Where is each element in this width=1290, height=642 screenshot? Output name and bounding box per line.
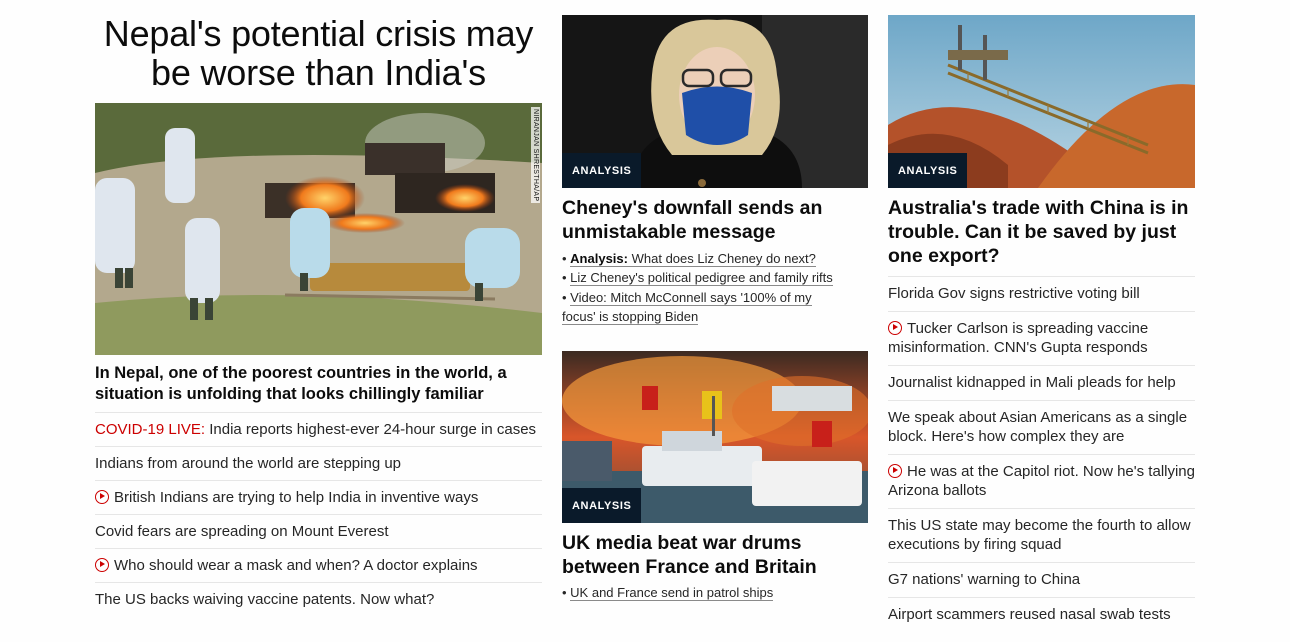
story-text: Airport scammers reused nasal swab tests (888, 606, 1171, 623)
story-link[interactable]: Airport scammers reused nasal swab tests (888, 598, 1195, 632)
story-card-uk-france: ANALYSIS UK media beat war drums between… (562, 350, 868, 602)
related-stories-list: COVID-19 LIVE: India reports highest-eve… (95, 413, 542, 616)
story-text: Covid fears are spreading on Mount Evere… (95, 523, 389, 540)
uk-france-related-links: • UK and France send in patrol ships (562, 583, 868, 602)
analysis-badge: ANALYSIS (562, 487, 642, 523)
uk-france-headline[interactable]: UK media beat war drums between France a… (562, 531, 868, 579)
story-link[interactable]: Journalist kidnapped in Mali pleads for … (888, 366, 1195, 401)
story-link[interactable]: This US state may become the fourth to a… (888, 509, 1195, 563)
bullet-text: focus' is stopping Biden (562, 309, 699, 326)
play-circle-icon (888, 321, 902, 335)
story-link-covid-live[interactable]: COVID-19 LIVE: India reports highest-eve… (95, 413, 542, 447)
story-text: India reports highest-ever 24-hour surge… (205, 421, 537, 438)
play-circle-icon (95, 558, 109, 572)
story-text: The US backs waiving vaccine patents. No… (95, 591, 435, 608)
lead-image[interactable]: NIRANJAN SHRESTHA/AP (95, 103, 542, 355)
story-link-video[interactable]: Who should wear a mask and when? A docto… (95, 549, 542, 583)
australia-headline[interactable]: Australia's trade with China is in troub… (888, 196, 1195, 277)
bullet-link[interactable]: • Analysis: What does Liz Cheney do next… (562, 249, 868, 268)
bullet-link[interactable]: • Liz Cheney's political pedigree and fa… (562, 268, 868, 287)
bullet-label: Analysis: (570, 251, 628, 266)
bullet-text: Video: Mitch McConnell says '100% of my (570, 289, 812, 306)
story-link-video[interactable]: He was at the Capitol riot. Now he's tal… (888, 455, 1195, 509)
story-text: Florida Gov signs restrictive voting bil… (888, 285, 1140, 302)
story-link-video[interactable]: Tucker Carlson is spreading vaccine misi… (888, 312, 1195, 366)
story-text: G7 nations' warning to China (888, 571, 1081, 588)
bullet-link[interactable]: • UK and France send in patrol ships (562, 583, 868, 602)
story-text: Who should wear a mask and when? A docto… (114, 557, 478, 574)
bullet-text: What does Liz Cheney do next? (631, 251, 816, 266)
lead-subheadline[interactable]: In Nepal, one of the poorest countries i… (95, 363, 542, 413)
right-column: ANALYSIS Australia's trade with China is… (888, 0, 1195, 632)
bullet-text: Liz Cheney's political pedigree and fami… (570, 270, 833, 287)
cheney-image[interactable]: ANALYSIS (562, 15, 868, 188)
photo-credit: NIRANJAN SHRESTHA/AP (531, 107, 540, 204)
uk-france-image[interactable]: ANALYSIS (562, 350, 868, 523)
story-link[interactable]: Florida Gov signs restrictive voting bil… (888, 277, 1195, 312)
lead-story-column: Nepal's potential crisis may be worse th… (95, 0, 542, 616)
story-text: British Indians are trying to help India… (114, 489, 479, 506)
lead-headline[interactable]: Nepal's potential crisis may be worse th… (95, 14, 542, 103)
more-stories-list: Florida Gov signs restrictive voting bil… (888, 277, 1195, 632)
analysis-badge: ANALYSIS (562, 153, 642, 188)
story-link-video[interactable]: British Indians are trying to help India… (95, 481, 542, 515)
story-link[interactable]: Indians from around the world are steppi… (95, 447, 542, 481)
play-circle-icon (95, 490, 109, 504)
story-link[interactable]: G7 nations' warning to China (888, 563, 1195, 598)
story-text: Tucker Carlson is spreading vaccine misi… (888, 320, 1149, 356)
cheney-related-links: • Analysis: What does Liz Cheney do next… (562, 249, 868, 327)
story-card-cheney: ANALYSIS Cheney's downfall sends an unmi… (562, 15, 868, 327)
story-text: Journalist kidnapped in Mali pleads for … (888, 374, 1176, 391)
story-link[interactable]: Covid fears are spreading on Mount Evere… (95, 515, 542, 549)
story-text: This US state may become the fourth to a… (888, 517, 1191, 553)
analysis-badge: ANALYSIS (888, 153, 968, 188)
story-link[interactable]: We speak about Asian Americans as a sing… (888, 401, 1195, 455)
play-circle-icon (888, 464, 902, 478)
bullet-link[interactable]: • Video: Mitch McConnell says '100% of m… (562, 288, 868, 307)
australia-image[interactable]: ANALYSIS (888, 15, 1195, 188)
live-label: COVID-19 LIVE: (95, 421, 206, 438)
cheney-headline[interactable]: Cheney's downfall sends an unmistakable … (562, 196, 868, 244)
middle-column: ANALYSIS Cheney's downfall sends an unmi… (562, 0, 868, 602)
story-text: Indians from around the world are steppi… (95, 455, 402, 472)
bullet-text: UK and France send in patrol ships (570, 584, 774, 601)
story-link[interactable]: The US backs waiving vaccine patents. No… (95, 583, 542, 616)
story-text: We speak about Asian Americans as a sing… (888, 409, 1188, 445)
bullet-link-cont[interactable]: focus' is stopping Biden (562, 307, 868, 326)
story-text: He was at the Capitol riot. Now he's tal… (888, 463, 1195, 499)
